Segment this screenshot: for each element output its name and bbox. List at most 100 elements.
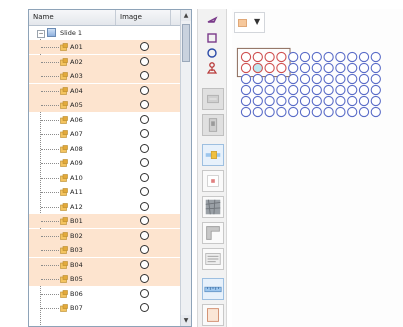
- plate-well[interactable]: [358, 51, 370, 63]
- plate-well[interactable]: [276, 73, 287, 85]
- plate-well[interactable]: [276, 62, 287, 74]
- plate-well[interactable]: [323, 51, 334, 63]
- plate-well[interactable]: [347, 95, 358, 107]
- tool-frame[interactable]: [202, 304, 224, 326]
- plate-well[interactable]: [252, 106, 263, 118]
- image-status-icon[interactable]: [140, 42, 149, 51]
- plate-well[interactable]: [288, 106, 299, 118]
- scroll-down-icon[interactable]: ▼: [181, 315, 191, 326]
- collapse-icon[interactable]: −: [37, 30, 45, 38]
- plate-well[interactable]: [264, 106, 275, 118]
- image-status-icon[interactable]: [140, 216, 149, 225]
- plate-well[interactable]: [299, 73, 311, 85]
- plate-well[interactable]: [240, 95, 252, 107]
- plate-well[interactable]: [240, 106, 252, 118]
- scroll-up-icon[interactable]: ▲: [181, 10, 191, 21]
- tree-node-well[interactable]: B02: [29, 228, 181, 243]
- pin-tool[interactable]: [201, 58, 223, 80]
- plate-well[interactable]: [288, 84, 299, 96]
- plate-well[interactable]: [264, 95, 275, 107]
- scroll-thumb[interactable]: [182, 24, 190, 62]
- plate-well[interactable]: [323, 73, 334, 85]
- tree-node-well[interactable]: A11: [29, 185, 181, 199]
- plate-well[interactable]: [311, 106, 322, 118]
- plate-well[interactable]: [347, 62, 358, 74]
- image-status-icon[interactable]: [140, 100, 149, 109]
- image-status-icon[interactable]: [140, 274, 149, 283]
- plate-well[interactable]: [240, 84, 252, 96]
- plate-well[interactable]: [311, 84, 322, 96]
- plate-well[interactable]: [311, 62, 322, 74]
- plate-well[interactable]: [323, 62, 334, 74]
- column-divider[interactable]: [115, 10, 116, 25]
- tree-node-well[interactable]: A07: [29, 127, 181, 141]
- image-status-icon[interactable]: [140, 187, 149, 196]
- tree-node-well[interactable]: A09: [29, 156, 181, 170]
- plate-well[interactable]: [299, 106, 311, 118]
- tree-node-well[interactable]: A06: [29, 113, 181, 127]
- plate-well[interactable]: [323, 84, 334, 96]
- plate-well[interactable]: [335, 73, 346, 85]
- plate-well[interactable]: [288, 51, 299, 63]
- plate-well[interactable]: [264, 51, 275, 63]
- tool-red-mark[interactable]: [202, 170, 224, 192]
- tree-node-well[interactable]: A02: [29, 54, 181, 69]
- image-status-icon[interactable]: [140, 71, 149, 80]
- well-plate[interactable]: [232, 9, 403, 327]
- image-status-icon[interactable]: [140, 230, 149, 240]
- plate-well[interactable]: [299, 84, 311, 96]
- image-status-icon[interactable]: [140, 85, 149, 95]
- image-status-icon[interactable]: [140, 143, 149, 153]
- column-header-image[interactable]: Image: [120, 13, 142, 21]
- plate-well[interactable]: [347, 84, 358, 96]
- plate-well[interactable]: [370, 73, 381, 85]
- image-status-icon[interactable]: [140, 56, 149, 66]
- tree-node-well[interactable]: A01: [29, 40, 181, 54]
- plate-well[interactable]: [240, 62, 252, 74]
- plate-well[interactable]: [323, 106, 334, 118]
- tool-corner[interactable]: [202, 222, 224, 244]
- plate-well[interactable]: [240, 51, 252, 63]
- plate-well[interactable]: [252, 62, 263, 74]
- plate-well[interactable]: [252, 84, 263, 96]
- column-header-name[interactable]: Name: [33, 13, 54, 21]
- tree-node-slide[interactable]: − Slide 1: [29, 26, 181, 40]
- plate-well[interactable]: [264, 73, 275, 85]
- tree-node-well[interactable]: A12: [29, 200, 181, 214]
- tool-text[interactable]: [202, 248, 224, 270]
- tool-texture[interactable]: [202, 196, 224, 218]
- plate-well[interactable]: [370, 106, 381, 118]
- plate-well[interactable]: [252, 51, 263, 63]
- tool-active[interactable]: [202, 144, 224, 166]
- plate-well[interactable]: [276, 95, 287, 107]
- image-status-icon[interactable]: [140, 245, 149, 254]
- plate-well[interactable]: [370, 51, 381, 63]
- tree-node-well[interactable]: B06: [29, 287, 181, 301]
- plate-well[interactable]: [276, 106, 287, 118]
- image-status-icon[interactable]: [140, 288, 149, 298]
- plate-well[interactable]: [335, 62, 346, 74]
- image-status-icon[interactable]: [140, 129, 149, 138]
- plate-well[interactable]: [311, 73, 322, 85]
- tree-node-well[interactable]: B01: [29, 214, 181, 228]
- tree-node-well[interactable]: B07: [29, 301, 181, 315]
- plate-well[interactable]: [335, 95, 346, 107]
- plate-well[interactable]: [335, 84, 346, 96]
- plate-well[interactable]: [358, 73, 370, 85]
- plate-well[interactable]: [311, 51, 322, 63]
- plate-well[interactable]: [252, 95, 263, 107]
- image-status-icon[interactable]: [140, 303, 149, 312]
- plate-well[interactable]: [276, 51, 287, 63]
- plate-well[interactable]: [347, 106, 358, 118]
- image-status-icon[interactable]: [140, 259, 149, 269]
- plate-well[interactable]: [358, 84, 370, 96]
- plate-well[interactable]: [240, 73, 252, 85]
- tree-node-well[interactable]: A05: [29, 98, 181, 112]
- plate-well[interactable]: [252, 73, 263, 85]
- tree-node-well[interactable]: A08: [29, 142, 181, 156]
- plate-well[interactable]: [347, 51, 358, 63]
- plate-well[interactable]: [335, 106, 346, 118]
- plate-well[interactable]: [358, 106, 370, 118]
- tree-node-well[interactable]: B03: [29, 243, 181, 257]
- plate-well[interactable]: [358, 95, 370, 107]
